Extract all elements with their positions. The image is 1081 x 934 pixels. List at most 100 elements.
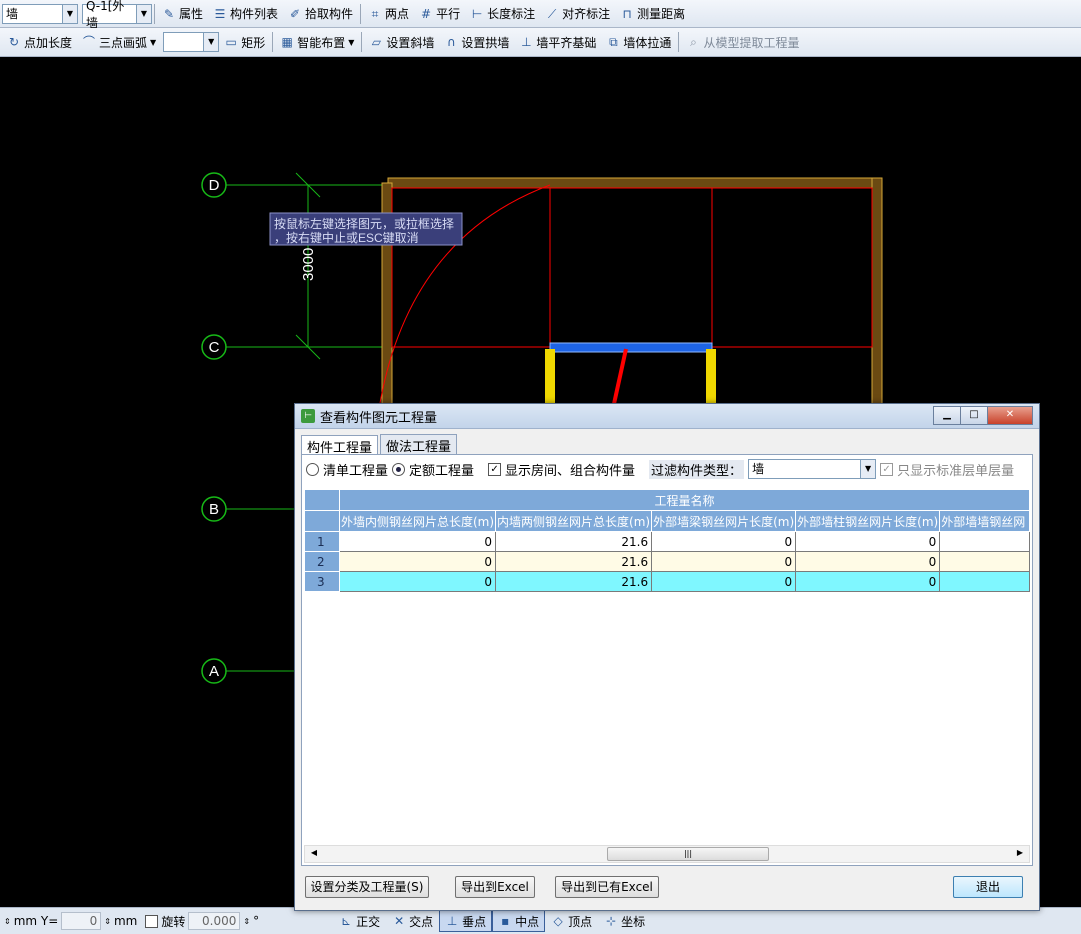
tab-method-quantity[interactable]: 做法工程量 [380,434,458,455]
close-button[interactable]: ✕ [987,406,1033,425]
element-type-select[interactable]: 墙 ▼ [2,3,78,24]
chevron-down-icon[interactable]: ▼ [203,33,219,51]
coordinate-snap-button[interactable]: ⊹ 坐标 [598,910,651,932]
ortho-snap-button[interactable]: ⊾ 正交 [333,910,386,932]
table-cell[interactable]: 21.6 [495,531,653,552]
exit-button[interactable]: 退出 [953,876,1023,898]
midpoint-label: 中点 [515,914,540,929]
rectangle-button[interactable]: ▭ 矩形 [219,31,270,53]
rotate-input[interactable]: 0.000 [188,912,241,930]
selected-beam[interactable] [549,342,713,353]
dialog-title: 查看构件图元工程量 [320,410,438,426]
chevron-down-icon[interactable]: ▼ [136,4,151,23]
align-foundation-button[interactable]: ⊥ 墙平齐基础 [514,31,601,53]
aligned-dimension-button[interactable]: ⟋ 对齐标注 [540,3,615,25]
table-cell[interactable]: 0 [651,531,797,552]
table-cell[interactable]: 0 [338,551,497,572]
quota-quantity-label[interactable]: 定额工程量 [409,460,474,479]
three-point-arc-label: 三点画弧 [99,35,148,50]
quota-quantity-radio[interactable] [392,462,406,476]
table-row[interactable]: 2 0 21.6 0 0 [304,551,1030,572]
table-row[interactable]: 1 0 21.6 0 0 [304,531,1030,552]
columns[interactable] [545,349,716,405]
rectangle-label: 矩形 [241,35,266,50]
component-list-button[interactable]: ☰ 构件列表 [208,3,283,25]
table-cell[interactable] [939,551,1030,572]
minimize-button[interactable]: ▁ [933,406,961,425]
bill-quantity-radio[interactable] [306,462,319,476]
table-cell[interactable]: 0 [651,551,797,572]
midpoint-icon: ▪ [501,914,510,928]
table-cell[interactable]: 0 [795,571,941,592]
show-rooms-checkbox[interactable]: ✓ [488,462,502,476]
spinner-icon[interactable]: ⇕ [243,917,250,926]
tab-component-quantity[interactable]: 构件工程量 [301,435,379,456]
scrollbar-thumb[interactable]: ||| [607,847,769,861]
wall-top[interactable] [387,177,875,189]
column-left[interactable] [545,349,555,405]
maximize-button[interactable]: □ [960,406,988,425]
intersection-snap-button[interactable]: ✕ 交点 [386,910,439,932]
export-existing-excel-button[interactable]: 导出到已有Excel [555,876,659,898]
show-rooms-label[interactable]: 显示房间、组合构件量 [505,460,635,479]
column-header[interactable]: 内墙两侧钢丝网片总长度(m) [495,510,653,532]
filter-type-select[interactable]: 墙 ▼ [748,459,877,479]
pick-component-button[interactable]: ✐ 拾取构件 [283,3,358,25]
set-category-button[interactable]: 设置分类及工程量(S) [305,876,429,898]
table-cell[interactable]: 21.6 [495,551,653,572]
column-header[interactable]: 外部墙墙钢丝网 [939,510,1030,532]
rotate-group: 旋转 0.000 ⇕ ° [141,912,263,930]
dialog-tabs: 构件工程量 做法工程量 [301,434,1033,456]
measure-distance-button[interactable]: ⊓ 测量距离 [615,3,690,25]
table-cell[interactable] [939,531,1030,552]
component-select[interactable]: Q-1[外墙 ▼ [82,0,152,30]
table-cell[interactable]: 0 [338,571,497,592]
bill-quantity-label[interactable]: 清单工程量 [323,460,388,479]
table-cell[interactable]: 0 [795,551,941,572]
parallel-button[interactable]: # 平行 [414,3,465,25]
dialog-titlebar[interactable]: ⊢ 查看构件图元工程量 ▁ □ ✕ [295,404,1039,429]
wall-pull-through-button[interactable]: ⧉ 墙体拉通 [601,31,676,53]
row-number: 2 [304,551,340,572]
slope-wall-button[interactable]: ▱ 设置斜墙 [364,31,439,53]
spinner-icon[interactable]: ⇕ [4,917,11,926]
arch-wall-button[interactable]: ∩ 设置拱墙 [439,31,514,53]
walls[interactable] [381,177,883,406]
y-coordinate-group: ⇕ mm Y= 0 ⇕ mm [0,912,141,930]
midpoint-snap-button[interactable]: ▪ 中点 [492,910,546,932]
two-point-button[interactable]: ⌗ 两点 [363,3,414,25]
chevron-down-icon[interactable]: ▼ [860,460,876,478]
rotate-checkbox[interactable] [145,914,159,928]
export-excel-button[interactable]: 导出到Excel [455,876,535,898]
chevron-down-icon[interactable]: ▼ [62,4,77,23]
properties-button[interactable]: ✎ 属性 [157,3,208,25]
three-point-arc-button[interactable]: ⌒ 三点画弧 ▼ [77,31,161,53]
vertex-snap-button[interactable]: ◇ 顶点 [545,910,598,932]
table-cell[interactable] [939,571,1030,592]
table-cell[interactable]: 0 [651,571,797,592]
y-input[interactable]: 0 [61,912,102,930]
table-cell[interactable]: 21.6 [495,571,653,592]
smart-layout-button[interactable]: ▦ 智能布置 ▼ [275,31,359,53]
column-header[interactable]: 外部墙梁钢丝网片长度(m) [651,510,797,532]
perpendicular-snap-button[interactable]: ⊥ 垂点 [439,910,493,932]
column-right[interactable] [706,349,716,405]
arc-icon: ⌒ [83,35,96,49]
extract-quantity-button[interactable]: ⌕ 从模型提取工程量 [681,31,804,53]
table-cell[interactable]: 0 [795,531,941,552]
point-length-button[interactable]: ↻ 点加长度 [2,31,77,53]
horizontal-scrollbar[interactable]: ◀ ||| ▶ [304,845,1030,863]
table-row-selected[interactable]: 3 0 21.6 0 0 [304,571,1030,592]
column-header[interactable]: 外部墙柱钢丝网片长度(m) [795,510,941,532]
scroll-right-icon[interactable]: ▶ [1013,846,1027,860]
spinner-icon[interactable]: ⇕ [104,917,111,926]
table-cell[interactable]: 0 [338,531,497,552]
arc-param-select[interactable]: ▼ [163,32,220,52]
length-dimension-button[interactable]: ⊢ 长度标注 [465,3,540,25]
scroll-left-icon[interactable]: ◀ [307,846,321,860]
column-header[interactable]: 外墙内侧钢丝网片总长度(m) [338,510,497,532]
parallel-icon: # [421,6,432,21]
wall-right[interactable] [871,177,883,406]
header-row: 外墙内侧钢丝网片总长度(m) 内墙两侧钢丝网片总长度(m) 外部墙梁钢丝网片长度… [304,510,1030,532]
rectangle-icon: ▭ [225,35,237,49]
